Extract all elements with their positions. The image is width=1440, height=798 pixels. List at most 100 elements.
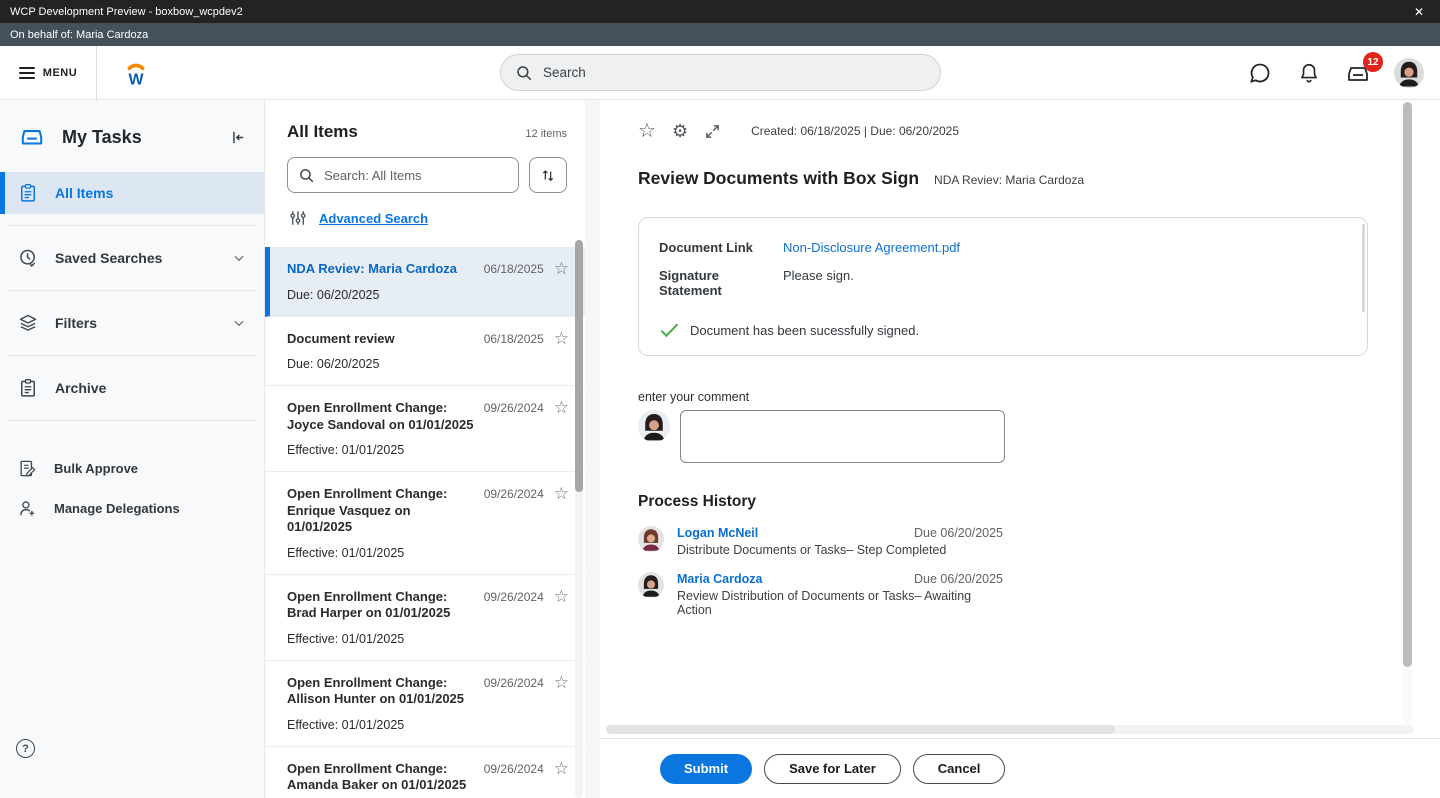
detail-title: Review Documents with Box Sign xyxy=(638,168,919,189)
chat-icon xyxy=(1248,61,1272,85)
task-list-item[interactable]: Open Enrollment Change: Enrique Vasquez … xyxy=(265,472,585,575)
task-list-item[interactable]: Open Enrollment Change: Amanda Baker on … xyxy=(265,747,585,798)
top-bar: MENU W 12 xyxy=(0,46,1440,100)
comment-input[interactable] xyxy=(680,410,1005,463)
sidebar-my-tasks: My Tasks All Items Saved Searches Filter… xyxy=(0,100,265,798)
document-card: Document Link Non-Disclosure Agreement.p… xyxy=(638,217,1368,356)
sidebar-item-filters[interactable]: Filters xyxy=(0,302,264,344)
process-history-entry: Maria Cardoza Due 06/20/2025 Review Dist… xyxy=(638,572,1003,617)
task-subtext: Effective: 01/01/2025 xyxy=(287,443,569,457)
signature-statement-value: Please sign. xyxy=(783,268,854,298)
bell-icon xyxy=(1298,61,1320,85)
task-list-item[interactable]: NDA Reviev: Maria Cardoza 06/18/2025 ☆ D… xyxy=(265,247,585,317)
task-detail-panel: ☆ ⚙ Created: 06/18/2025 | Due: 06/20/202… xyxy=(600,100,1440,798)
star-icon[interactable]: ☆ xyxy=(554,261,569,277)
task-list-item[interactable]: Open Enrollment Change: Joyce Sandoval o… xyxy=(265,386,585,472)
process-history-title: Process History xyxy=(638,493,1370,511)
list-search-input[interactable] xyxy=(324,168,508,183)
expand-icon[interactable] xyxy=(704,123,721,140)
sidebar-item-archive[interactable]: Archive xyxy=(0,367,264,409)
divider xyxy=(96,46,97,100)
favorite-star-icon[interactable]: ☆ xyxy=(638,121,656,141)
item-count: 12 items xyxy=(525,128,567,140)
action-bar: Submit Save for Later Cancel xyxy=(600,738,1440,798)
entry-person-link[interactable]: Maria Cardoza xyxy=(677,572,914,586)
sidebar-item-label: Saved Searches xyxy=(55,250,215,266)
card-scrollbar[interactable] xyxy=(1362,224,1365,312)
signature-statement-label: Signature Statement xyxy=(659,268,783,298)
star-icon[interactable]: ☆ xyxy=(554,675,569,691)
star-icon[interactable]: ☆ xyxy=(554,761,569,777)
notifications-button[interactable] xyxy=(1296,60,1322,86)
comment-label: enter your comment xyxy=(638,390,1370,404)
star-icon[interactable]: ☆ xyxy=(554,400,569,416)
list-search[interactable] xyxy=(287,157,519,193)
task-title: Open Enrollment Change: Joyce Sandoval o… xyxy=(287,400,484,433)
sliders-icon xyxy=(289,209,307,227)
divider xyxy=(8,420,256,421)
task-list-scrollbar[interactable] xyxy=(575,240,583,798)
sidebar-item-label: Filters xyxy=(55,315,215,331)
task-list-item[interactable]: Open Enrollment Change: Brad Harper on 0… xyxy=(265,575,585,661)
star-icon[interactable]: ☆ xyxy=(554,486,569,502)
help-icon: ? xyxy=(22,743,29,755)
help-button[interactable]: ? xyxy=(16,739,35,758)
entry-due: Due 06/20/2025 xyxy=(914,572,1003,586)
sidebar-item-saved-searches[interactable]: Saved Searches xyxy=(0,237,264,279)
task-subtext: Effective: 01/01/2025 xyxy=(287,546,569,560)
entry-step: Review Distribution of Documents or Task… xyxy=(677,589,1003,617)
global-search[interactable] xyxy=(500,54,941,91)
collapse-panel-icon[interactable] xyxy=(229,129,246,146)
document-link[interactable]: Non-Disclosure Agreement.pdf xyxy=(783,240,960,255)
chat-button[interactable] xyxy=(1247,60,1273,86)
task-list-item[interactable]: Open Enrollment Change: Allison Hunter o… xyxy=(265,661,585,747)
task-title: Open Enrollment Change: Amanda Baker on … xyxy=(287,761,484,794)
advanced-search-link[interactable]: Advanced Search xyxy=(289,209,567,227)
task-date: 09/26/2024 xyxy=(484,400,544,415)
global-search-input[interactable] xyxy=(543,65,926,80)
star-icon[interactable]: ☆ xyxy=(554,589,569,605)
submit-button[interactable]: Submit xyxy=(660,754,752,784)
task-title: Open Enrollment Change: Enrique Vasquez … xyxy=(287,486,484,536)
app-window: WCP Development Preview - boxbow_wcpdev2… xyxy=(0,0,1440,798)
clock-icon xyxy=(18,248,38,268)
layers-icon xyxy=(18,313,38,333)
chevron-down-icon xyxy=(232,251,246,265)
sidebar-item-manage-delegations[interactable]: Manage Delegations xyxy=(0,488,264,528)
person-add-icon xyxy=(18,499,37,518)
sidebar-item-all-items[interactable]: All Items xyxy=(0,172,264,214)
environment-label: WCP Development Preview - boxbow_wcpdev2 xyxy=(10,6,243,18)
task-list-panel: All Items 12 items Advanced Search xyxy=(265,100,585,798)
task-date: 09/26/2024 xyxy=(484,486,544,501)
on-behalf-label: On behalf of: Maria Cardoza xyxy=(10,29,148,41)
menu-button[interactable]: MENU xyxy=(0,46,96,99)
entry-avatar xyxy=(638,572,664,598)
sidebar-item-bulk-approve[interactable]: Bulk Approve xyxy=(0,448,264,488)
task-title: Open Enrollment Change: Brad Harper on 0… xyxy=(287,589,484,622)
clipboard-icon xyxy=(18,183,38,203)
entry-person-link[interactable]: Logan McNeil xyxy=(677,526,914,540)
entry-step: Distribute Documents or Tasks– Step Comp… xyxy=(677,543,1003,557)
save-for-later-button[interactable]: Save for Later xyxy=(764,754,901,784)
sidebar-title: My Tasks xyxy=(62,127,213,148)
task-date: 09/26/2024 xyxy=(484,589,544,604)
task-title: Open Enrollment Change: Allison Hunter o… xyxy=(287,675,484,708)
detail-horizontal-scrollbar[interactable] xyxy=(606,725,1414,734)
task-date: 09/26/2024 xyxy=(484,675,544,690)
gear-icon[interactable]: ⚙ xyxy=(672,121,688,141)
divider xyxy=(8,355,256,356)
document-edit-icon xyxy=(18,459,37,478)
cancel-button[interactable]: Cancel xyxy=(913,754,1006,784)
workday-logo[interactable]: W xyxy=(121,58,151,88)
task-date: 06/18/2025 xyxy=(484,261,544,276)
detail-vertical-scrollbar[interactable] xyxy=(1403,102,1412,730)
task-list-item[interactable]: Document review 06/18/2025 ☆ Due: 06/20/… xyxy=(265,317,585,387)
advanced-search-label: Advanced Search xyxy=(319,211,428,226)
close-icon[interactable]: ✕ xyxy=(1408,5,1430,19)
success-check-icon xyxy=(659,320,680,341)
task-subtext: Due: 06/20/2025 xyxy=(287,288,569,302)
profile-avatar[interactable] xyxy=(1394,58,1424,88)
sort-button[interactable] xyxy=(529,157,567,193)
star-icon[interactable]: ☆ xyxy=(554,331,569,347)
inbox-button[interactable]: 12 xyxy=(1345,60,1371,86)
